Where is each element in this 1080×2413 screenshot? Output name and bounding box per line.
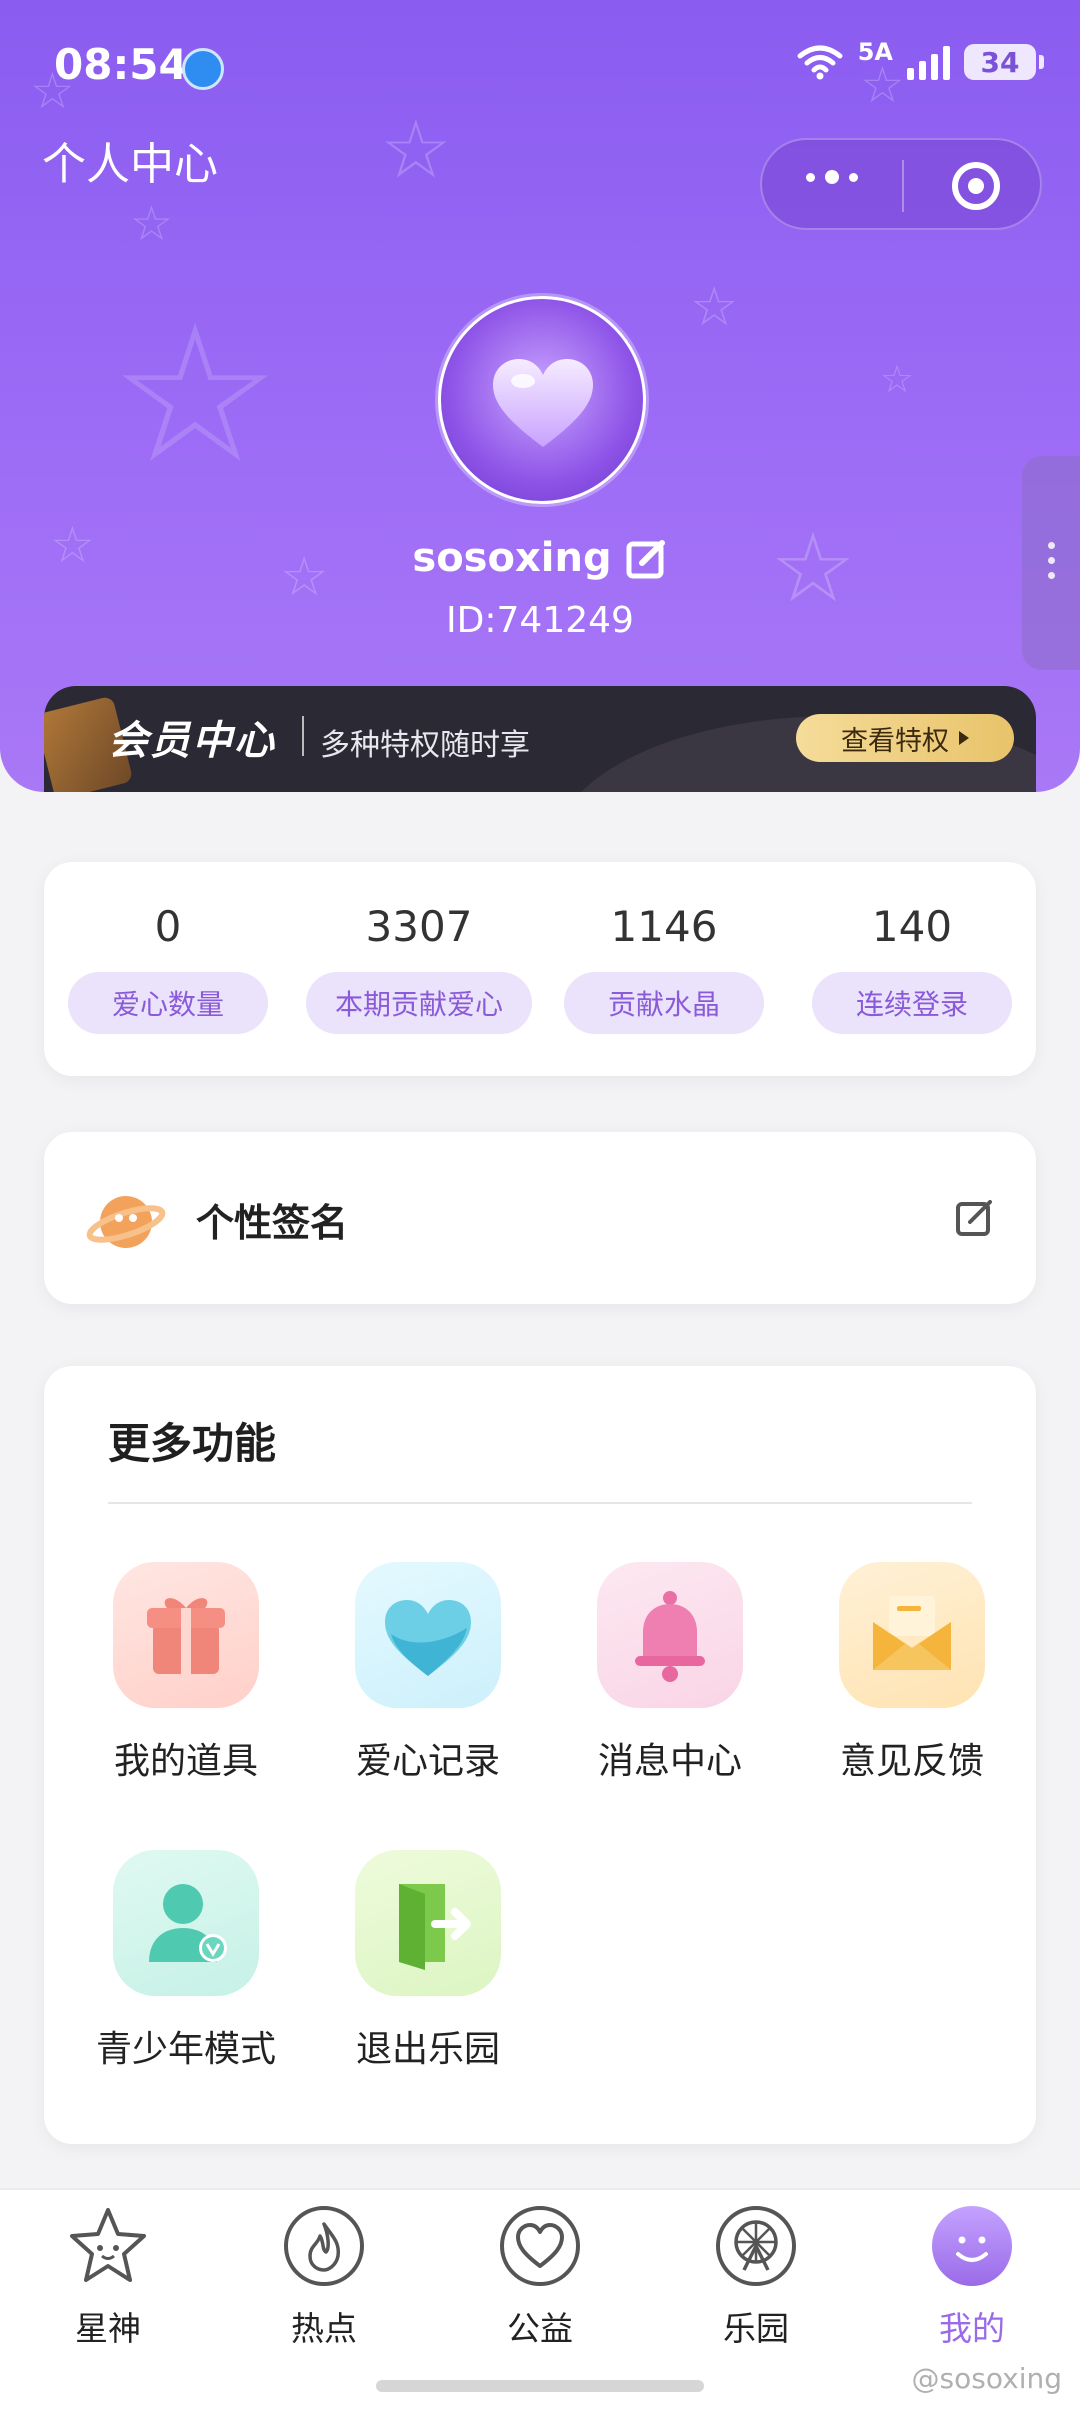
nav-item-park[interactable]: 乐园 bbox=[648, 2204, 864, 2350]
decor-star-icon: ☆ bbox=[880, 357, 915, 401]
stat-contributed-hearts[interactable]: 3307 本期贡献爱心 bbox=[306, 902, 532, 1034]
stat-label: 本期贡献爱心 bbox=[306, 972, 532, 1034]
stat-value: 140 bbox=[871, 902, 953, 951]
status-time: 08:54 bbox=[54, 40, 188, 89]
feature-message-center[interactable]: 消息中心 bbox=[550, 1562, 790, 1784]
nav-label: 热点 bbox=[291, 2309, 357, 2348]
profile-header: ☆ ☆ ☆ ☆ ☆ ☆ ☆ ☆ ☆ ☆ 08:54 5A 34 个人中心 sos… bbox=[0, 0, 1080, 792]
more-functions-title: 更多功能 bbox=[108, 1419, 277, 1468]
edit-username-icon[interactable] bbox=[626, 537, 668, 579]
signal-bars-icon bbox=[907, 44, 950, 80]
more-functions-card: 更多功能 我的道具 爱心记录 消息中心 意见反馈 青少年模式 退出乐园 bbox=[44, 1366, 1036, 2144]
nav-label: 公益 bbox=[507, 2309, 573, 2348]
stat-value: 1146 bbox=[610, 902, 718, 951]
feature-my-items[interactable]: 我的道具 bbox=[66, 1562, 306, 1784]
feature-label: 意见反馈 bbox=[839, 1741, 984, 1782]
stat-value: 0 bbox=[154, 902, 182, 951]
capsule-divider bbox=[902, 160, 904, 212]
vip-title: 会员中心 bbox=[108, 718, 276, 764]
signature-label: 个性签名 bbox=[196, 1201, 349, 1245]
nav-label: 我的 bbox=[939, 2309, 1005, 2348]
teen-user-icon bbox=[113, 1850, 259, 1996]
heart-outline-icon bbox=[500, 2206, 580, 2286]
vip-center-banner[interactable]: 会员中心 多种特权随时享 查看特权 bbox=[44, 686, 1036, 792]
view-privileges-label: 查看特权 bbox=[841, 725, 949, 757]
miniapp-capsule bbox=[760, 138, 1042, 230]
feature-label: 爱心记录 bbox=[355, 1741, 500, 1782]
view-privileges-button[interactable]: 查看特权 bbox=[796, 714, 1014, 762]
vip-divider bbox=[302, 716, 304, 756]
battery-level: 34 bbox=[980, 45, 1020, 79]
page-title: 个人中心 bbox=[42, 139, 218, 190]
stats-card: 0 爱心数量 3307 本期贡献爱心 1146 贡献水晶 140 连续登录 bbox=[44, 862, 1036, 1076]
nav-item-mine[interactable]: 我的 bbox=[864, 2204, 1080, 2350]
wifi-icon bbox=[797, 45, 843, 80]
watermark: @sosoxing bbox=[911, 2362, 1062, 2395]
decor-star-icon: ☆ bbox=[130, 196, 174, 252]
status-indicators: 5A 34 bbox=[796, 38, 1044, 80]
flame-icon bbox=[284, 2206, 364, 2286]
username: sosoxing bbox=[412, 535, 612, 581]
stat-label: 连续登录 bbox=[812, 972, 1012, 1034]
stat-hearts[interactable]: 0 爱心数量 bbox=[58, 902, 278, 1034]
feature-exit-park[interactable]: 退出乐园 bbox=[308, 1850, 548, 2072]
edit-signature-icon[interactable] bbox=[954, 1196, 996, 1238]
nav-label: 乐园 bbox=[723, 2309, 789, 2348]
stat-label: 爱心数量 bbox=[68, 972, 268, 1034]
signature-card[interactable]: 个性签名 bbox=[44, 1132, 1036, 1304]
battery-icon: 34 bbox=[964, 44, 1044, 80]
home-indicator[interactable] bbox=[376, 2380, 704, 2392]
nav-label: 星神 bbox=[75, 2309, 141, 2348]
decor-star-icon: ☆ bbox=[110, 284, 281, 505]
decor-star-icon: ☆ bbox=[690, 275, 739, 338]
feature-teen-mode[interactable]: 青少年模式 bbox=[66, 1850, 306, 2072]
network-type-label: 5A bbox=[857, 38, 893, 66]
feature-feedback[interactable]: 意见反馈 bbox=[792, 1562, 1032, 1784]
close-miniapp-button[interactable] bbox=[952, 162, 1000, 210]
more-options-button[interactable] bbox=[806, 170, 858, 184]
floating-side-handle[interactable] bbox=[1022, 456, 1080, 670]
heart-avatar-icon bbox=[493, 359, 593, 447]
username-row: sosoxing bbox=[0, 535, 1080, 581]
user-id: ID:741249 bbox=[446, 600, 634, 641]
heart-record-icon bbox=[355, 1562, 501, 1708]
feature-heart-record[interactable]: 爱心记录 bbox=[308, 1562, 548, 1784]
section-divider bbox=[108, 1502, 972, 1504]
feature-label: 消息中心 bbox=[597, 1741, 742, 1782]
nav-item-star-god[interactable]: 星神 bbox=[0, 2204, 216, 2350]
smiley-icon bbox=[932, 2206, 1012, 2286]
avatar[interactable] bbox=[438, 296, 646, 504]
stat-login-streak[interactable]: 140 连续登录 bbox=[802, 902, 1022, 1034]
stat-label: 贡献水晶 bbox=[564, 972, 764, 1034]
stat-crystals[interactable]: 1146 贡献水晶 bbox=[554, 902, 774, 1034]
envelope-icon bbox=[839, 1562, 985, 1708]
globe-icon bbox=[182, 48, 224, 90]
ferris-wheel-icon bbox=[716, 2206, 796, 2286]
feature-label: 退出乐园 bbox=[355, 2029, 500, 2070]
planet-icon bbox=[86, 1196, 166, 1248]
vip-subtitle: 多种特权随时享 bbox=[320, 728, 530, 763]
exit-door-icon bbox=[355, 1850, 501, 1996]
nav-item-charity[interactable]: 公益 bbox=[432, 2204, 648, 2350]
gift-icon bbox=[113, 1562, 259, 1708]
stat-value: 3307 bbox=[365, 902, 473, 951]
decor-star-icon: ☆ bbox=[380, 103, 452, 196]
nav-item-trending[interactable]: 热点 bbox=[216, 2204, 432, 2350]
play-arrow-icon bbox=[959, 731, 969, 745]
bell-icon bbox=[597, 1562, 743, 1708]
feature-label: 青少年模式 bbox=[95, 2029, 276, 2070]
feature-label: 我的道具 bbox=[113, 1741, 258, 1782]
star-face-icon bbox=[70, 2208, 146, 2282]
